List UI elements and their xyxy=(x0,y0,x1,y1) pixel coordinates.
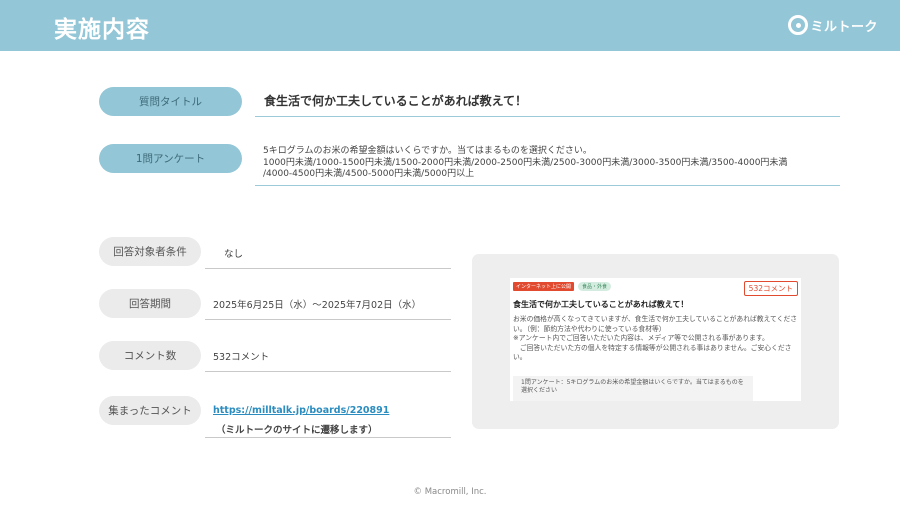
survey-options-2: /4000-4500円未満/4500-5000円未満/5000円以上 xyxy=(263,169,475,179)
preview-body-2: ※アンケート内でご回答いただいた内容は、メディア等で公開される事があります。 xyxy=(513,334,769,342)
comment-count-badge: 532コメント xyxy=(743,281,798,296)
category-badge: 食品・外食 xyxy=(578,282,612,291)
header-bar: 実施内容 ミルトーク xyxy=(0,0,900,51)
collected-underline xyxy=(205,437,451,438)
period-value: 2025年6月25日（水）～2025年7月02日（水） xyxy=(213,300,422,311)
preview-survey-box: 1問アンケート：5キログラムのお米の希望金額はいくらですか。当てはまるものを選択… xyxy=(513,376,753,401)
public-badge: インターネット上に公開 xyxy=(513,282,575,291)
brand-logo: ミルトーク xyxy=(788,15,878,35)
comments-underline xyxy=(205,371,451,372)
period-label: 回答期間 xyxy=(99,289,201,318)
survey-underline xyxy=(255,185,840,186)
conditions-label: 回答対象者条件 xyxy=(99,237,201,266)
survey-question: 5キログラムのお米の希望金額はいくらですか。当てはまるものを選択ください。 xyxy=(263,146,592,156)
question-title-value: 食生活で何か工夫していることがあれば教えて！ xyxy=(264,94,528,108)
survey-text: 5キログラムのお米の希望金額はいくらですか。当てはまるものを選択ください。 10… xyxy=(263,146,823,181)
boards-link[interactable]: https://milltalk.jp/boards/220891 xyxy=(213,405,389,416)
collected-label: 集まったコメント xyxy=(99,396,201,425)
page-title: 実施内容 xyxy=(54,17,150,43)
survey-label: 1問アンケート xyxy=(99,144,242,173)
survey-options-1: 1000円未満/1000-1500円未満/1500-2000円未満/2000-2… xyxy=(263,157,788,168)
question-title-underline xyxy=(255,116,840,117)
preview-body-1: お米の価格が高くなってきていますが、食生活で何か工夫していることがあれば教えてく… xyxy=(513,315,798,333)
brand-magnifier-icon xyxy=(788,15,809,35)
preview-title: 食生活で何か工夫していることがあれば教えて！ xyxy=(513,300,689,309)
preview-body-3: ご回答いただいた方の個人を特定する情報等が公開される事はありません。ご安心くださ… xyxy=(513,343,792,362)
conditions-underline xyxy=(205,268,451,269)
comments-value: 532コメント xyxy=(213,352,270,363)
copyright: © Macromill, Inc. xyxy=(413,487,487,497)
brand-name: ミルトーク xyxy=(810,19,878,35)
question-title-label: 質問タイトル xyxy=(99,87,242,116)
conditions-value: なし xyxy=(224,249,244,260)
period-underline xyxy=(205,319,451,320)
preview-body: お米の価格が高くなってきていますが、食生活で何か工夫していることがあれば教えてく… xyxy=(513,315,798,363)
comments-label: コメント数 xyxy=(99,341,201,370)
board-preview: インターネット上に公開 食品・外食 532コメント 食生活で何か工夫していること… xyxy=(510,278,801,401)
link-note: （ミルトークのサイトに遷移します） xyxy=(216,425,378,436)
